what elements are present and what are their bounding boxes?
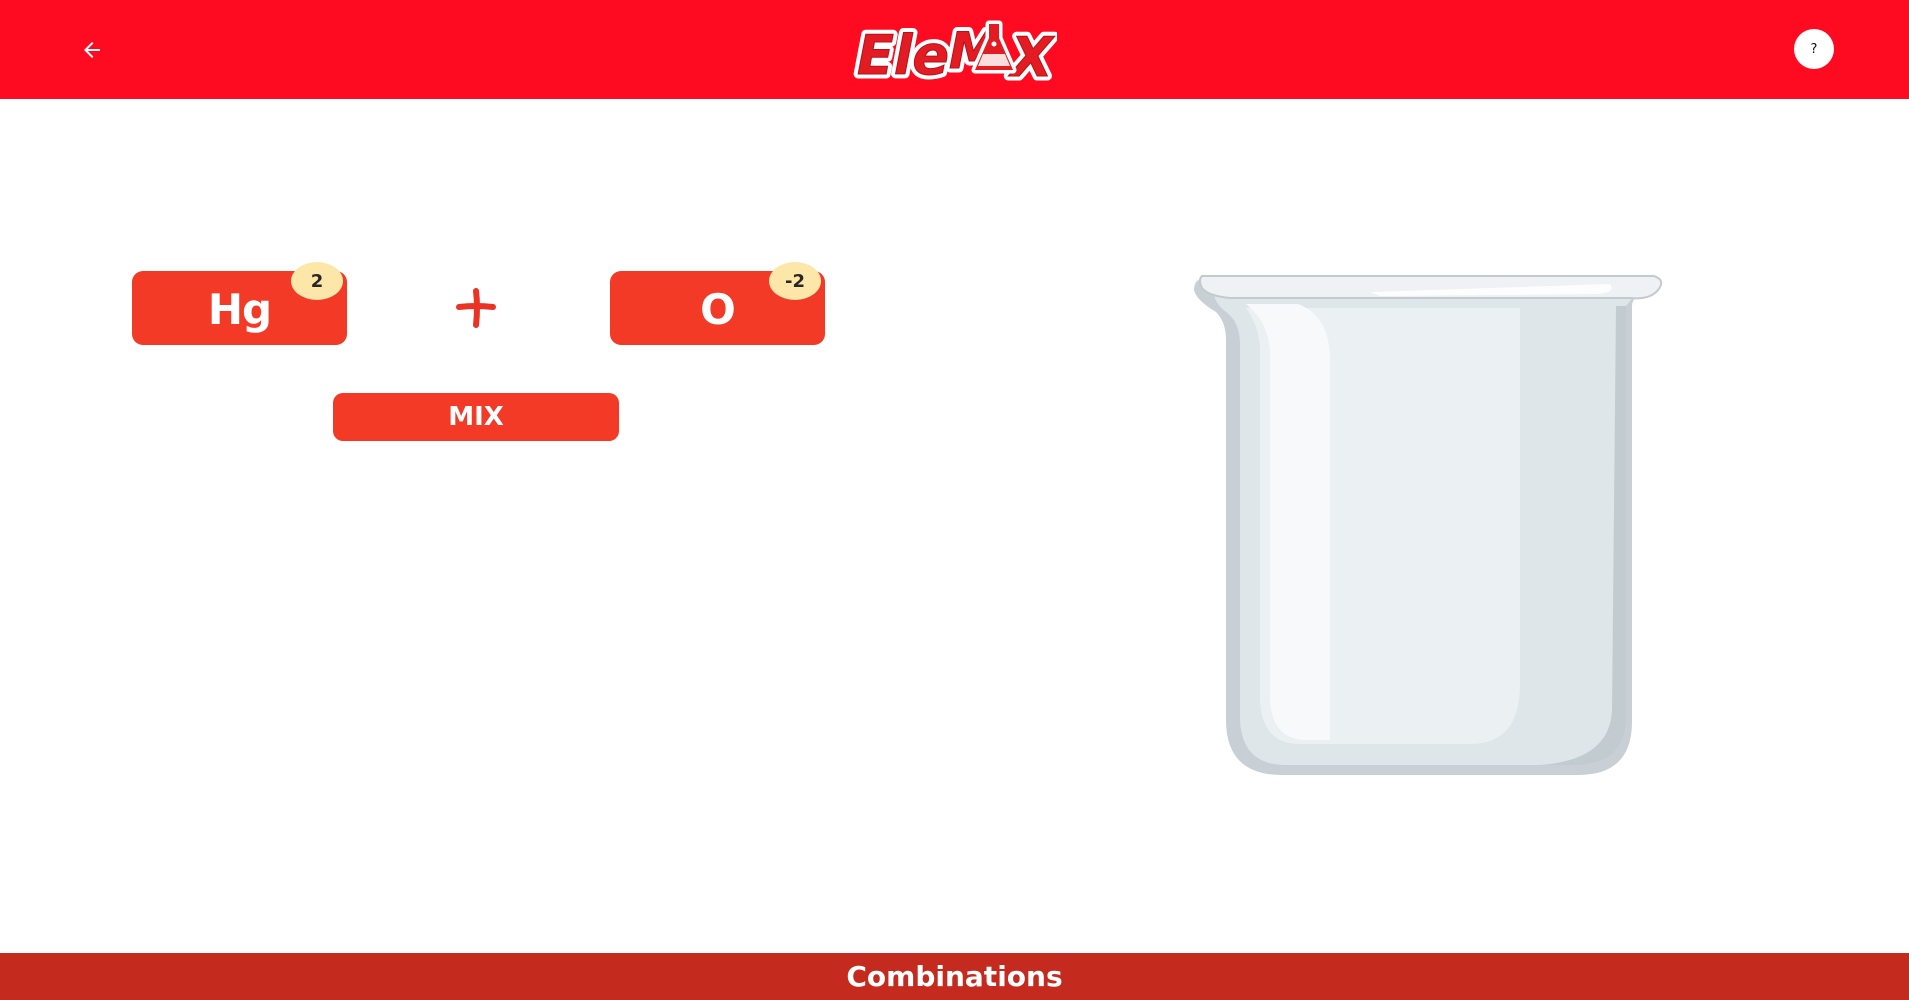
- svg-text:Ele: Ele: [857, 24, 949, 84]
- mix-button[interactable]: MIX: [333, 393, 619, 441]
- charge-badge: -2: [769, 262, 821, 300]
- element-symbol: O: [700, 284, 736, 334]
- beaker-illustration: [1194, 275, 1663, 775]
- arrow-left-icon: [84, 42, 100, 58]
- element-card-right[interactable]: O -2: [610, 262, 825, 345]
- header-bar: Ele Ele M M X X ?: [0, 0, 1909, 99]
- combinations-bar[interactable]: Combinations: [0, 953, 1909, 1000]
- element-symbol: Hg: [207, 284, 272, 334]
- plus-icon: [456, 288, 496, 328]
- element-card-left[interactable]: Hg 2: [132, 262, 347, 345]
- back-button[interactable]: [72, 30, 112, 70]
- svg-text:X: X: [1008, 26, 1055, 84]
- combinations-label: Combinations: [846, 960, 1063, 993]
- charge-badge: 2: [291, 262, 343, 300]
- elemax-logo: Ele Ele M M X X: [853, 18, 1057, 85]
- help-button[interactable]: ?: [1794, 29, 1834, 69]
